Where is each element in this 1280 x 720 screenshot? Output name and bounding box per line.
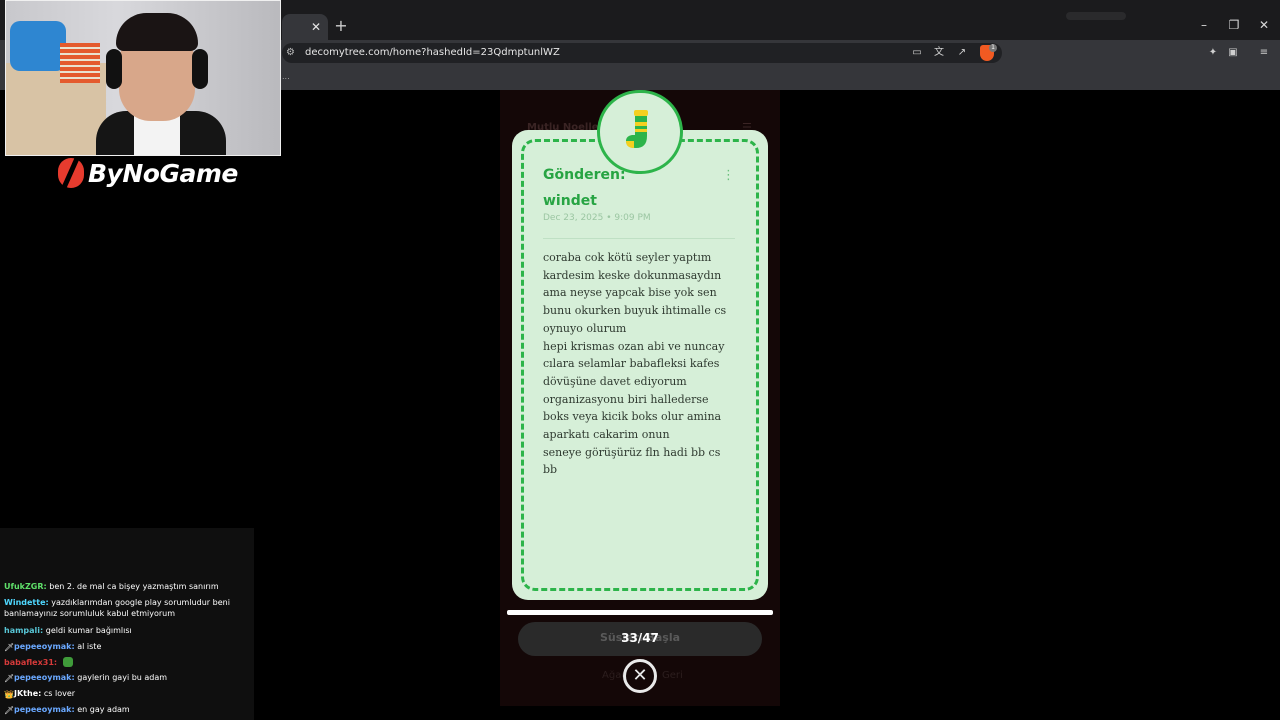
chat-username[interactable]: UfukZGR: xyxy=(4,582,47,591)
faded-link-back[interactable]: Geri xyxy=(662,670,683,682)
tab-close-icon[interactable]: ✕ xyxy=(308,19,324,35)
message-line: bunu okurken buyuk ihtimalle cs xyxy=(543,304,727,317)
webcam-books xyxy=(60,43,100,83)
minimize-button[interactable]: – xyxy=(1194,17,1214,33)
message-timestamp: Dec 23, 2025 • 9:09 PM xyxy=(543,213,651,223)
crown-badge-icon: 👑 xyxy=(4,690,14,699)
message-line: cılara selamlar babafleksi kafes xyxy=(543,357,720,370)
headset-icon xyxy=(106,49,122,89)
chat-text: geldi kumar bağımlısı xyxy=(43,626,132,635)
message-line: dövüşüne davet ediyorum xyxy=(543,375,687,388)
message-line: oynuyo olurum xyxy=(543,322,627,335)
share-icon[interactable]: ↗ xyxy=(955,46,969,60)
chat-message: 👑JKthe: cs lover xyxy=(4,688,248,699)
message-line: kardesim keske dokunmasaydın xyxy=(543,269,722,282)
chat-message: 🗡pepeeoymak: en gay adam xyxy=(4,704,248,715)
chat-message: hampali: geldi kumar bağımlısı xyxy=(4,625,248,636)
emote-icon xyxy=(62,657,73,667)
url-text[interactable]: decomytree.com/home?hashedId=23QdmptunlW… xyxy=(305,46,560,60)
chat-username[interactable]: hampali: xyxy=(4,626,43,635)
new-tab-button[interactable]: + xyxy=(333,18,349,34)
message-line: organizasyonu biri hallederse xyxy=(543,393,709,406)
sidebar-icon[interactable]: ▣ xyxy=(1226,46,1240,60)
card-divider xyxy=(543,238,735,239)
window-title-blur xyxy=(1066,12,1126,20)
webcam-overlay xyxy=(5,0,281,156)
chat-text: al iste xyxy=(74,642,102,651)
chat-username[interactable]: babaflex31: xyxy=(4,658,57,667)
chat-message: Windette: yazdıklarımdan google play sor… xyxy=(4,597,248,619)
bookmark-item[interactable]: ... xyxy=(282,72,290,82)
maximize-button[interactable]: ❐ xyxy=(1224,17,1244,33)
chat-text: cs lover xyxy=(41,689,76,698)
message-line: boks veya kicik boks olur amina xyxy=(543,410,722,423)
sword-badge-icon: 🗡 xyxy=(4,674,15,683)
brand-logo: ByNoGame xyxy=(88,159,238,188)
message-line: aparkatı cakarim onun xyxy=(543,428,670,441)
webcam-cooler xyxy=(10,21,66,71)
menu-icon[interactable]: ≡ xyxy=(1257,46,1271,60)
close-message-button[interactable]: ✕ xyxy=(623,659,657,693)
cast-icon[interactable]: ▭ xyxy=(910,46,924,60)
message-line: hepi krismas ozan abi ve nuncay xyxy=(543,340,725,353)
translate-icon[interactable]: 文 xyxy=(932,46,946,60)
message-line: ama neyse yapcak bise yok sen xyxy=(543,286,717,299)
chat-text xyxy=(57,658,60,667)
card-options-icon[interactable]: ⋮ xyxy=(722,168,735,184)
chat-text: gaylerin gayi bu adam xyxy=(74,673,168,682)
chat-message: 🗡pepeeoymak: al iste xyxy=(4,641,248,652)
sender-name: windet xyxy=(543,193,597,209)
chat-username[interactable]: pepeeoymak: xyxy=(14,642,75,651)
sender-label: Gönderen: xyxy=(543,167,626,183)
shield-count-badge: 1 xyxy=(989,44,997,52)
message-line: coraba cok kötü seyler yaptım xyxy=(543,251,712,264)
sword-badge-icon: 🗡 xyxy=(4,706,15,715)
tune-icon[interactable]: ⚙ xyxy=(286,46,298,60)
chat-text: ben 2. de mal ca bişey yazmaştım sanırım xyxy=(46,582,219,591)
message-line: seneye görüşürüz fln hadi bb cs xyxy=(543,446,721,459)
extensions-icon[interactable]: ✦ xyxy=(1206,46,1220,60)
sword-badge-icon: 🗡 xyxy=(4,643,15,652)
chat-username[interactable]: pepeeoymak: xyxy=(14,705,75,714)
chat-message: UfukZGR: ben 2. de mal ca bişey yazmaştı… xyxy=(4,581,248,592)
chat-username[interactable]: pepeeoymak: xyxy=(14,673,75,682)
chat-message: babaflex31: xyxy=(4,657,248,668)
chat-text: en gay adam xyxy=(74,705,130,714)
progress-bar xyxy=(507,610,773,615)
message-counter: 33/47 xyxy=(621,631,659,645)
chat-message: 🗡pepeeoymak: gaylerin gayi bu adam xyxy=(4,672,248,683)
chat-username[interactable]: JKthe: xyxy=(14,689,41,698)
screen: ✕ + – ❐ ✕ ⚙ decomytree.com/home?hashedId… xyxy=(0,0,1280,720)
webcam-person-hair xyxy=(116,13,198,51)
headset-icon xyxy=(192,49,208,89)
sock-icon xyxy=(626,110,648,148)
message-line: bb xyxy=(543,463,558,476)
chat-username[interactable]: Windette: xyxy=(4,598,49,607)
close-window-button[interactable]: ✕ xyxy=(1254,17,1274,33)
